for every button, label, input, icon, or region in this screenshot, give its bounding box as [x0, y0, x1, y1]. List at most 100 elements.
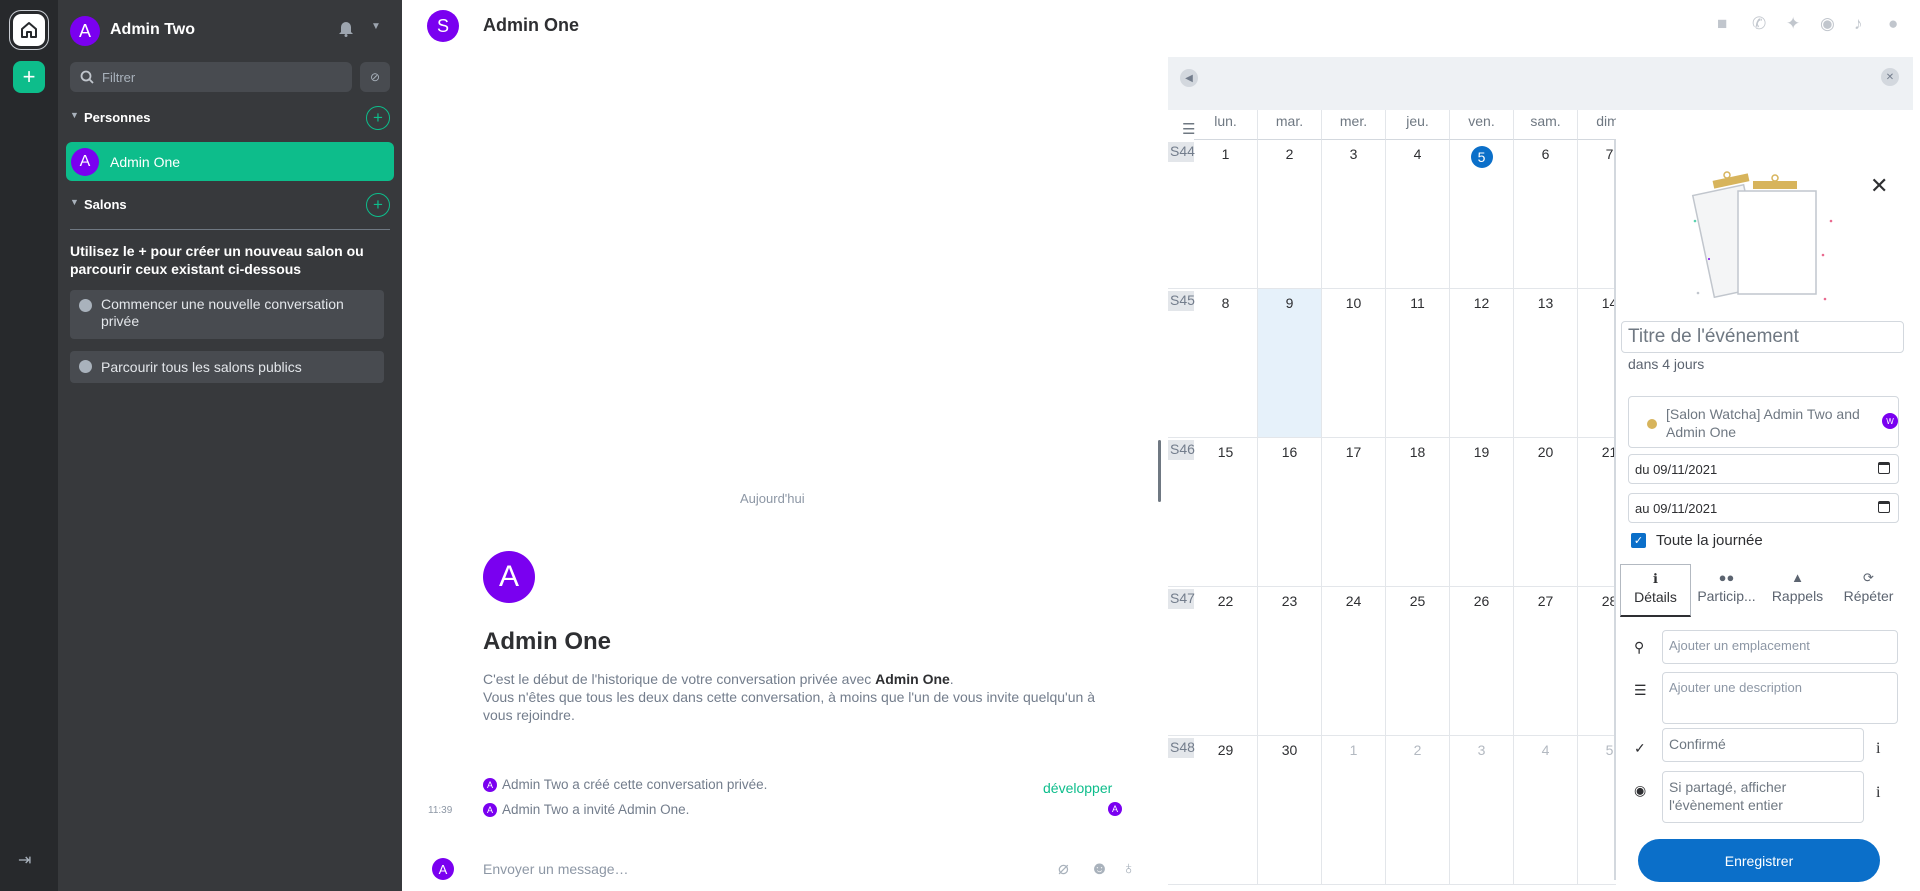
calendar-day[interactable]: 4: [1514, 736, 1578, 885]
tab-label: Particip...: [1697, 588, 1756, 604]
calendar-day[interactable]: 30: [1258, 736, 1322, 885]
day-number: 24: [1345, 593, 1362, 609]
all-day-checkbox[interactable]: ✓: [1631, 533, 1646, 548]
calendar-day[interactable]: 20: [1514, 438, 1578, 587]
info-icon[interactable]: ●: [1888, 14, 1898, 34]
event-avatar[interactable]: A: [483, 802, 497, 817]
calendar-day[interactable]: 24: [1322, 587, 1386, 736]
start-chat-button[interactable]: +: [366, 106, 390, 130]
room-item-admin-one[interactable]: A Admin One: [66, 142, 394, 181]
timeline-scrollbar[interactable]: [1158, 440, 1161, 502]
day-number: 23: [1281, 593, 1298, 609]
calendar-day[interactable]: 27: [1514, 587, 1578, 736]
calendar-day[interactable]: 25: [1386, 587, 1450, 736]
attachment-icon[interactable]: ⌀: [1058, 858, 1069, 879]
visibility-select[interactable]: Si partagé, afficher l'évènement entier: [1662, 771, 1864, 823]
home-button[interactable]: [13, 14, 45, 46]
calendar-day[interactable]: 16: [1258, 438, 1322, 587]
description-input[interactable]: Ajouter une description: [1662, 672, 1898, 724]
add-room-button[interactable]: +: [366, 193, 390, 217]
emoji-icon[interactable]: ☻: [1090, 858, 1109, 879]
pin-icon[interactable]: ✦: [1786, 14, 1800, 34]
calendar-day[interactable]: 19: [1450, 438, 1514, 587]
calendar-day[interactable]: 11: [1386, 289, 1450, 438]
day-number: 13: [1537, 295, 1554, 311]
calendar-select[interactable]: [Salon Watcha] Admin Two and Admin One W: [1628, 396, 1899, 448]
location-input[interactable]: Ajouter un emplacement: [1662, 630, 1898, 664]
calendar-day[interactable]: 17: [1322, 438, 1386, 587]
tab-reminders[interactable]: ▲ Rappels: [1762, 564, 1833, 617]
menu-icon[interactable]: ☰: [1182, 120, 1195, 138]
start-date-input[interactable]: du 09/11/2021: [1628, 454, 1899, 484]
calendar-day[interactable]: 3: [1322, 140, 1386, 289]
calendar-day[interactable]: 13: [1514, 289, 1578, 438]
user-avatar[interactable]: A: [70, 16, 100, 46]
filter-input[interactable]: [102, 62, 342, 92]
chevron-left-icon[interactable]: ◀: [1180, 69, 1198, 87]
section-people[interactable]: ▼ Personnes +: [70, 106, 390, 130]
calendar-icon[interactable]: [1878, 501, 1890, 513]
browse-rooms-button[interactable]: Parcourir tous les salons publics: [70, 351, 384, 383]
save-button[interactable]: Enregistrer: [1638, 839, 1880, 882]
create-space-button[interactable]: +: [13, 61, 45, 93]
status-select[interactable]: Confirmé: [1662, 728, 1864, 762]
calendar-badge: W: [1882, 413, 1898, 429]
notifications-button[interactable]: [338, 20, 354, 42]
calendar-day[interactable]: 29: [1168, 736, 1258, 885]
event-relative-time: dans 4 jours: [1628, 356, 1705, 372]
calendar-day[interactable]: 26: [1450, 587, 1514, 736]
new-conversation-button[interactable]: Commencer une nouvelle conversation priv…: [70, 290, 384, 339]
expand-panel-button[interactable]: ⇥: [18, 850, 31, 870]
end-date-input[interactable]: au 09/11/2021: [1628, 493, 1899, 523]
chevron-down-icon[interactable]: ▼: [371, 21, 381, 32]
calendar-day[interactable]: 10: [1322, 289, 1386, 438]
day-number: 2: [1285, 146, 1294, 162]
calendar-day[interactable]: 4: [1386, 140, 1450, 289]
intro-avatar[interactable]: A: [483, 551, 535, 603]
read-receipt-avatar[interactable]: A: [1108, 802, 1122, 816]
calendar-day[interactable]: 2: [1386, 736, 1450, 885]
calendar-icon[interactable]: [1878, 462, 1890, 474]
calendar-day[interactable]: 23: [1258, 587, 1322, 736]
user-name[interactable]: Admin Two: [110, 21, 195, 39]
start-date-value: du 09/11/2021: [1635, 462, 1718, 477]
bell-icon[interactable]: ♪: [1854, 14, 1863, 34]
calendar-day[interactable]: 2: [1258, 140, 1322, 289]
tab-repeat[interactable]: ⟳ Répéter: [1833, 564, 1904, 617]
calendar-day[interactable]: 1: [1168, 140, 1258, 289]
video-call-icon[interactable]: ■: [1717, 14, 1727, 34]
calendar-day[interactable]: 12: [1450, 289, 1514, 438]
calendar-day[interactable]: 9: [1258, 289, 1322, 438]
room-title[interactable]: Admin One: [483, 15, 579, 36]
close-widget-button[interactable]: ✕: [1881, 68, 1899, 86]
section-rooms[interactable]: ▼ Salons +: [70, 193, 390, 217]
calendar-day[interactable]: 6: [1514, 140, 1578, 289]
event-title-input[interactable]: [1621, 321, 1904, 353]
tab-participants[interactable]: ●● Particip...: [1691, 564, 1762, 617]
event-avatar[interactable]: A: [483, 777, 497, 792]
message-composer[interactable]: [483, 856, 1043, 882]
calendar-day[interactable]: 18: [1386, 438, 1450, 587]
microphone-icon[interactable]: ♁: [1122, 858, 1136, 879]
calendar-day[interactable]: 3: [1450, 736, 1514, 885]
intro-name[interactable]: Admin One: [875, 671, 950, 687]
info-icon[interactable]: i: [1876, 740, 1880, 758]
search-icon[interactable]: ◉: [1820, 14, 1835, 34]
info-icon[interactable]: i: [1876, 784, 1880, 802]
voice-call-icon[interactable]: ✆: [1752, 14, 1766, 34]
filter-box[interactable]: [70, 62, 352, 92]
bell-icon: ▲: [1791, 570, 1804, 585]
room-list-panel: A Admin Two ▼ ⊘ ▼ Personnes + A Admin On…: [58, 0, 402, 891]
day-number: 12: [1473, 295, 1490, 311]
calendar-day[interactable]: 5: [1450, 140, 1514, 289]
close-icon[interactable]: ✕: [1870, 173, 1888, 199]
calendar-day[interactable]: 8: [1168, 289, 1258, 438]
tab-details[interactable]: ℹ Détails: [1620, 564, 1691, 617]
calendar-day[interactable]: 1: [1322, 736, 1386, 885]
calendar-day[interactable]: 22: [1168, 587, 1258, 736]
expand-events-link[interactable]: développer: [1043, 780, 1112, 796]
all-day-row[interactable]: ✓ Toute la journée: [1631, 532, 1763, 549]
calendar-day[interactable]: 15: [1168, 438, 1258, 587]
explore-rooms-button[interactable]: ⊘: [360, 62, 390, 92]
room-header-avatar[interactable]: S: [427, 10, 459, 42]
